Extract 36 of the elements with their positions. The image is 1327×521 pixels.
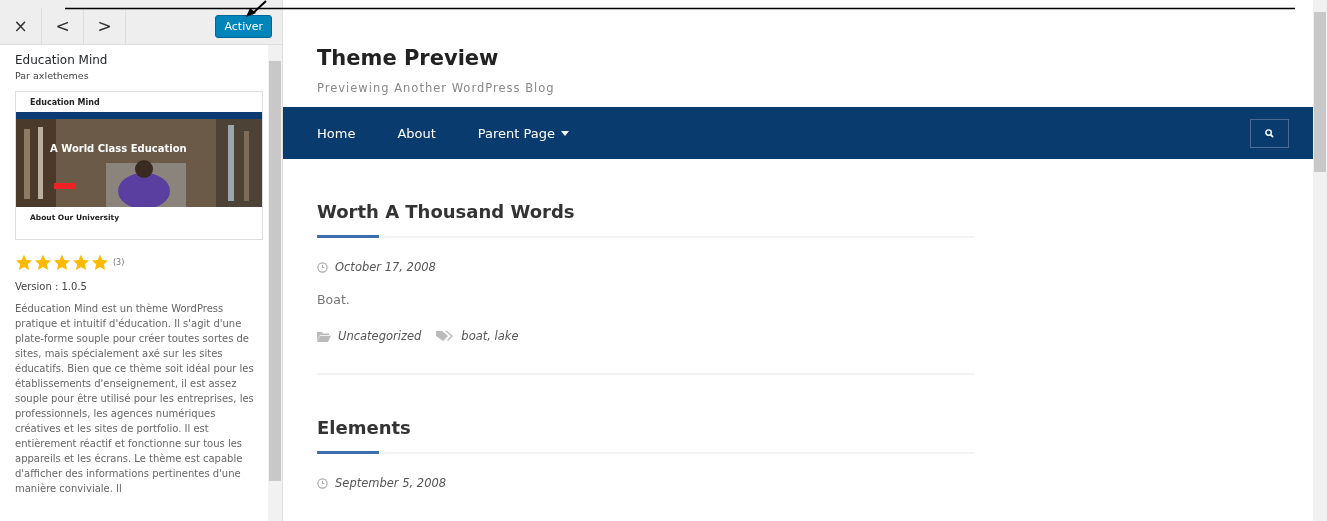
- site-title: Theme Preview: [317, 46, 500, 70]
- post-excerpt: Boat.: [317, 292, 351, 307]
- scrollbar[interactable]: [268, 45, 282, 521]
- post-category[interactable]: Uncategorized: [338, 329, 422, 343]
- clock-icon: [317, 261, 328, 273]
- scrollbar[interactable]: [1313, 0, 1327, 521]
- menu-item[interactable]: Home: [317, 125, 356, 141]
- menu-item[interactable]: About: [397, 125, 436, 141]
- site-tagline: Previewing Another WordPress Blog: [317, 81, 556, 95]
- theme-name: Education Mind: [15, 53, 109, 67]
- post-title[interactable]: Worth A Thousand Words: [317, 201, 975, 222]
- star-icon: [53, 254, 71, 271]
- rating-count: (3): [113, 258, 125, 267]
- clock-icon: [317, 477, 328, 489]
- post-date[interactable]: September 5, 2008: [335, 476, 447, 490]
- close-button[interactable]: ×: [0, 7, 42, 45]
- post-tags[interactable]: boat, lake: [461, 329, 519, 343]
- theme-version: Version : 1.0.5: [15, 281, 88, 292]
- theme-description: Eéducation Mind est un thème WordPress pratique et intuitif d'éducation. Il s'agit d'une plate-forme souple pour créer toutes sortes de sites, mais spécialement axé sur les sites éducatifs. Bien que ce thème soit idéal pour les établissements d'enseignement, il est assez souple pour être utilisé pour les entreprises, les professionnels, les agences numériques créatives et les sites de portfolio. Il est entièrement réactif et fonctionne sur tous les appareils et les écrans. Le thème est capable d'afficher des informations pertinentes d'une manière conviviale. Il: [15, 302, 255, 496]
- next-button[interactable]: >: [84, 7, 126, 45]
- post-date[interactable]: October 17, 2008: [335, 260, 436, 274]
- search-button[interactable]: [1250, 118, 1289, 148]
- screenshot-site-title: Education Mind: [30, 97, 100, 107]
- screenshot-hero-title: A World Class Education: [50, 143, 187, 154]
- previous-button[interactable]: <: [42, 7, 84, 45]
- star-icon: [91, 254, 109, 271]
- activate-button[interactable]: Activer: [215, 14, 272, 38]
- tags-icon: [436, 330, 455, 342]
- post-title[interactable]: Elements: [317, 417, 975, 438]
- star-icon: [72, 254, 90, 271]
- menu-item[interactable]: Parent Page: [477, 125, 570, 141]
- search-icon: [1265, 128, 1274, 138]
- star-icon: [34, 254, 52, 271]
- theme-author: Par axlethemes: [15, 70, 90, 81]
- folder-icon: [317, 330, 331, 342]
- star-icon: [15, 254, 33, 271]
